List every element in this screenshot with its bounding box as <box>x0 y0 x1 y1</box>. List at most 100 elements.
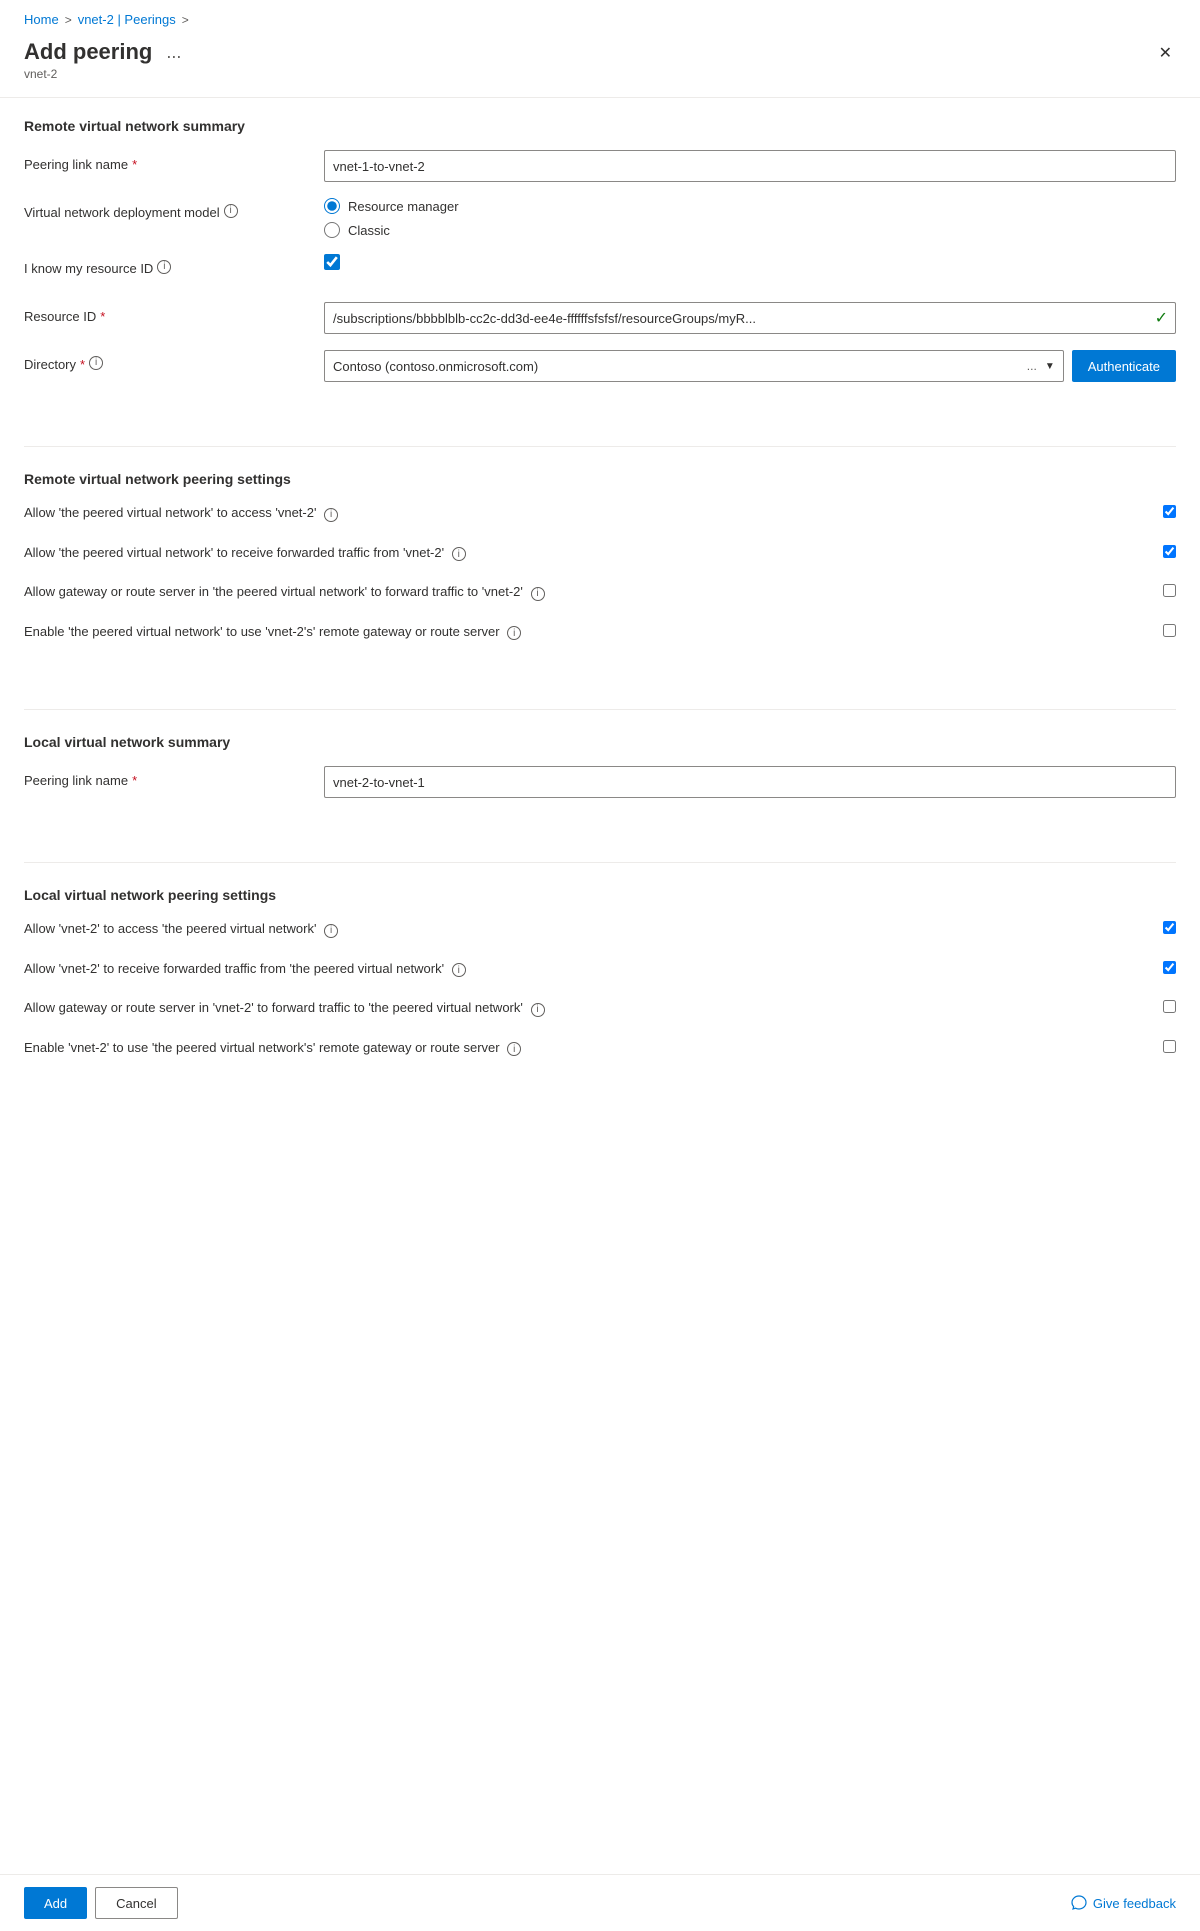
resource-id-input[interactable] <box>324 302 1176 334</box>
remote-setting3-info-icon: i <box>531 587 545 601</box>
peering-link-required: * <box>132 156 137 174</box>
directory-wrapper: Contoso (contoso.onmicrosoft.com) ... ▼ … <box>324 350 1176 382</box>
deployment-model-label: Virtual network deployment model i <box>24 198 324 222</box>
remote-peering-settings-title: Remote virtual network peering settings <box>24 471 1176 487</box>
remote-setting2-info-icon: i <box>452 547 466 561</box>
remote-setting4-row: Enable 'the peered virtual network' to u… <box>24 622 1176 642</box>
deployment-model-control: Resource manager Classic <box>324 198 1176 238</box>
resource-id-checkbox-input[interactable] <box>324 254 340 270</box>
remote-setting4-control <box>1163 622 1176 640</box>
remote-summary-title: Remote virtual network summary <box>24 118 1176 134</box>
resource-id-check-icon: ✓ <box>1155 308 1168 328</box>
local-setting1-control <box>1163 919 1176 937</box>
local-setting1-row: Allow 'vnet-2' to access 'the peered vir… <box>24 919 1176 939</box>
remote-setting3-row: Allow gateway or route server in 'the pe… <box>24 582 1176 602</box>
directory-info-icon: i <box>89 356 103 370</box>
radio-classic[interactable]: Classic <box>324 222 459 238</box>
local-setting2-label: Allow 'vnet-2' to receive forwarded traf… <box>24 959 1163 979</box>
directory-select-text: Contoso (contoso.onmicrosoft.com) <box>333 359 1023 374</box>
radio-classic-input[interactable] <box>324 222 340 238</box>
local-peering-link-name-input[interactable] <box>324 766 1176 798</box>
local-peering-link-name-label: Peering link name * <box>24 766 324 790</box>
breadcrumb-sep2: > <box>182 13 189 27</box>
resource-id-field-label: Resource ID * <box>24 302 324 326</box>
remote-setting1-control <box>1163 503 1176 521</box>
peering-link-name-control <box>324 150 1176 182</box>
remote-setting4-checkbox[interactable] <box>1163 624 1176 637</box>
bottom-bar-actions: Add Cancel <box>24 1887 178 1919</box>
resource-id-checkbox-row: I know my resource ID i <box>24 254 1176 286</box>
local-setting3-row: Allow gateway or route server in 'vnet-2… <box>24 998 1176 1018</box>
remote-setting2-row: Allow 'the peered virtual network' to re… <box>24 543 1176 563</box>
directory-row: Directory * i Contoso (contoso.onmicroso… <box>24 350 1176 382</box>
remote-setting4-info-icon: i <box>507 626 521 640</box>
resource-id-info-icon: i <box>157 260 171 274</box>
peering-link-name-label: Peering link name * <box>24 150 324 174</box>
local-setting1-info-icon: i <box>324 924 338 938</box>
close-button[interactable]: ✕ <box>1155 39 1176 67</box>
remote-setting1-info-icon: i <box>324 508 338 522</box>
chevron-down-icon: ▼ <box>1045 361 1055 372</box>
local-setting1-checkbox[interactable] <box>1163 921 1176 934</box>
local-setting4-row: Enable 'vnet-2' to use 'the peered virtu… <box>24 1038 1176 1058</box>
remote-setting2-label: Allow 'the peered virtual network' to re… <box>24 543 1163 563</box>
resource-id-required: * <box>100 308 105 326</box>
remote-setting3-control <box>1163 582 1176 600</box>
page-title-row: Add peering ... <box>24 39 187 65</box>
page-header: Add peering ... vnet-2 ✕ <box>0 35 1200 98</box>
remote-setting1-checkbox[interactable] <box>1163 505 1176 518</box>
feedback-link[interactable]: Give feedback <box>1071 1895 1176 1911</box>
remote-setting2-control <box>1163 543 1176 561</box>
local-setting2-info-icon: i <box>452 963 466 977</box>
bottom-bar: Add Cancel Give feedback <box>0 1874 1200 1931</box>
remote-setting2-checkbox[interactable] <box>1163 545 1176 558</box>
page-subtitle: vnet-2 <box>24 67 187 81</box>
breadcrumb-sep1: > <box>65 13 72 27</box>
resource-id-field-control: ✓ <box>324 302 1176 334</box>
feedback-icon <box>1071 1895 1087 1911</box>
radio-classic-label: Classic <box>348 223 390 238</box>
directory-label: Directory * i <box>24 350 324 374</box>
authenticate-button[interactable]: Authenticate <box>1072 350 1176 382</box>
resource-id-checkbox-item <box>324 254 340 270</box>
resource-id-checkbox-label: I know my resource ID i <box>24 254 324 278</box>
section-divider-2 <box>24 709 1176 710</box>
local-setting3-control <box>1163 998 1176 1016</box>
directory-control: Contoso (contoso.onmicrosoft.com) ... ▼ … <box>324 350 1176 382</box>
local-setting4-info-icon: i <box>507 1042 521 1056</box>
local-peering-link-name-row: Peering link name * <box>24 766 1176 798</box>
breadcrumb: Home > vnet-2 | Peerings > <box>0 0 1200 35</box>
directory-dots: ... <box>1027 359 1037 373</box>
radio-resource-manager-input[interactable] <box>324 198 340 214</box>
resource-id-wrapper: ✓ <box>324 302 1176 334</box>
main-content: Remote virtual network summary Peering l… <box>0 98 1200 1157</box>
remote-setting4-label: Enable 'the peered virtual network' to u… <box>24 622 1163 642</box>
ellipsis-button[interactable]: ... <box>160 40 187 65</box>
remote-setting1-row: Allow 'the peered virtual network' to ac… <box>24 503 1176 523</box>
peering-link-name-row: Peering link name * <box>24 150 1176 182</box>
add-button[interactable]: Add <box>24 1887 87 1919</box>
local-setting3-label: Allow gateway or route server in 'vnet-2… <box>24 998 1163 1018</box>
local-setting4-checkbox[interactable] <box>1163 1040 1176 1053</box>
radio-resource-manager-label: Resource manager <box>348 199 459 214</box>
remote-setting1-label: Allow 'the peered virtual network' to ac… <box>24 503 1163 523</box>
breadcrumb-home[interactable]: Home <box>24 12 59 27</box>
peering-link-name-input[interactable] <box>324 150 1176 182</box>
directory-required: * <box>80 356 85 374</box>
remote-setting3-label: Allow gateway or route server in 'the pe… <box>24 582 1163 602</box>
cancel-button[interactable]: Cancel <box>95 1887 177 1919</box>
deployment-model-info-icon: i <box>224 204 238 218</box>
local-setting3-checkbox[interactable] <box>1163 1000 1176 1013</box>
local-setting2-checkbox[interactable] <box>1163 961 1176 974</box>
section-divider-1 <box>24 446 1176 447</box>
section-divider-3 <box>24 862 1176 863</box>
local-setting1-label: Allow 'vnet-2' to access 'the peered vir… <box>24 919 1163 939</box>
directory-select-box[interactable]: Contoso (contoso.onmicrosoft.com) ... ▼ <box>324 350 1064 382</box>
remote-setting3-checkbox[interactable] <box>1163 584 1176 597</box>
breadcrumb-vnet[interactable]: vnet-2 | Peerings <box>78 12 176 27</box>
local-setting2-control <box>1163 959 1176 977</box>
local-setting4-label: Enable 'vnet-2' to use 'the peered virtu… <box>24 1038 1163 1058</box>
radio-resource-manager[interactable]: Resource manager <box>324 198 459 214</box>
resource-id-field-row: Resource ID * ✓ <box>24 302 1176 334</box>
local-summary-title: Local virtual network summary <box>24 734 1176 750</box>
